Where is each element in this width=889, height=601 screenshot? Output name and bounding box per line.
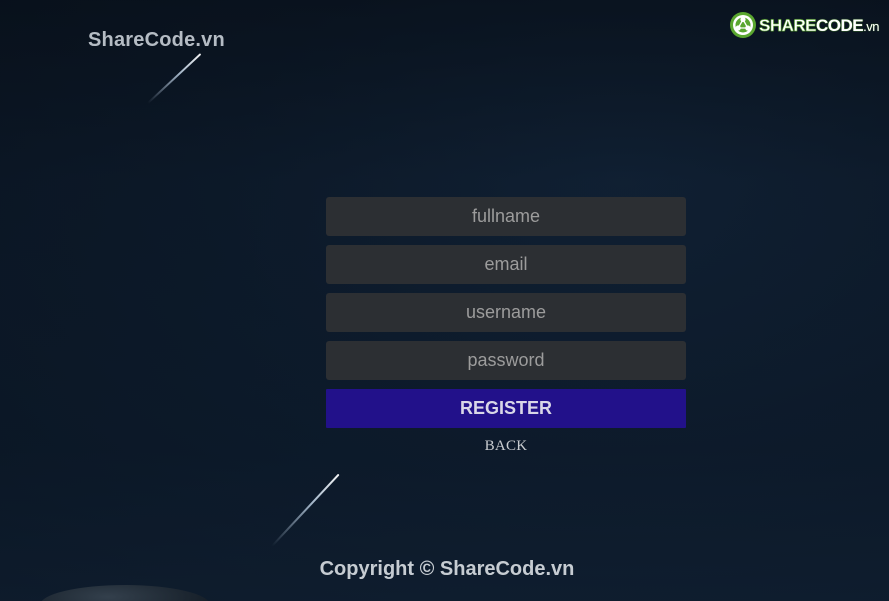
sharecode-logo: SHARECODE.vn xyxy=(729,9,879,41)
logo-text-domain: .vn xyxy=(863,18,879,34)
back-link[interactable]: BACK xyxy=(326,438,686,455)
logo-text: SHARECODE.vn xyxy=(759,15,880,35)
password-input[interactable] xyxy=(326,341,686,380)
email-input[interactable] xyxy=(326,245,686,284)
logo-text-code: CODE xyxy=(816,15,864,35)
logo-text-share: SHARE xyxy=(759,15,817,35)
sharecode-logo-icon xyxy=(730,12,756,38)
fullname-input[interactable] xyxy=(326,197,686,236)
copyright-footer: Copyright © ShareCode.vn xyxy=(319,558,575,580)
brand-text: ShareCode.vn xyxy=(88,29,225,51)
username-input[interactable] xyxy=(326,293,686,332)
register-form: REGISTER xyxy=(326,197,686,428)
register-button[interactable]: REGISTER xyxy=(326,389,686,428)
